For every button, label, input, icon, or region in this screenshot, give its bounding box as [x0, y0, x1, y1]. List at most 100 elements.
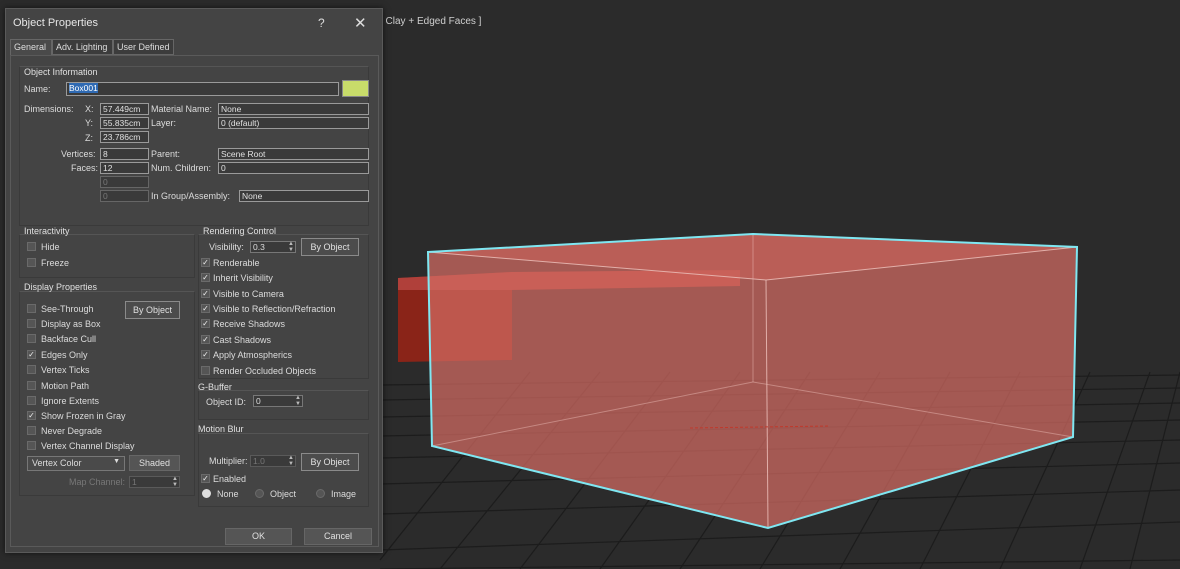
map-channel-spinner: 1 ▲ ▼	[129, 476, 180, 488]
apply-atmospherics-label: Apply Atmospherics	[213, 350, 293, 360]
parent-label: Parent:	[151, 149, 181, 159]
visibility-label: Visibility:	[209, 242, 244, 252]
tab-user-defined[interactable]: User Defined	[113, 39, 174, 55]
vertex-channel-display-label: Vertex Channel Display	[41, 441, 135, 451]
hide-label: Hide	[41, 242, 60, 252]
vertices-field[interactable]: 8	[100, 148, 149, 160]
tab-content-general: Object Information Name: Box001 Dimensio…	[10, 55, 379, 547]
vertex-color-value: Vertex Color	[32, 458, 82, 468]
freeze-label: Freeze	[41, 258, 70, 268]
multiplier-spinner: 1.0 ▲ ▼	[250, 455, 296, 467]
name-label: Name:	[24, 84, 51, 94]
num-children-field[interactable]: 0	[218, 162, 369, 174]
none-label: None	[217, 489, 239, 499]
layer-label: Layer:	[151, 118, 177, 128]
vertex-ticks-checkbox[interactable]	[27, 365, 36, 374]
num-children-label: Num. Children:	[151, 163, 212, 173]
rendering-control-heading: Rendering Control	[203, 226, 277, 236]
visible-to-camera-checkbox[interactable]: ✓	[201, 289, 210, 298]
faces-label: Faces:	[71, 163, 99, 173]
object-id-spinner[interactable]: 0 ▲ ▼	[253, 395, 303, 407]
backface-cull-label: Backface Cull	[41, 334, 97, 344]
freeze-checkbox[interactable]	[27, 258, 36, 267]
motion-blur-by-object-button[interactable]: By Object	[301, 453, 359, 471]
backface-cull-checkbox[interactable]	[27, 334, 36, 343]
visible-to-reflection-checkbox[interactable]: ✓	[201, 304, 210, 313]
object-label: Object	[270, 489, 297, 499]
visible-to-camera-label: Visible to Camera	[213, 289, 284, 299]
display-as-box-checkbox[interactable]	[27, 319, 36, 328]
image-radio[interactable]	[316, 489, 325, 498]
chevron-down-icon: ▼	[113, 458, 120, 465]
object-color-swatch[interactable]	[342, 80, 369, 97]
never-degrade-label: Never Degrade	[41, 426, 103, 436]
dialog-title: Object Properties	[13, 17, 98, 29]
object-information-heading: Object Information	[24, 67, 98, 77]
extra-field-2: 0	[100, 190, 149, 202]
y-dimension-field[interactable]: 55.835cm	[100, 117, 149, 129]
interactivity-group	[19, 234, 195, 278]
see-through-checkbox[interactable]	[27, 304, 36, 313]
z-label: Z:	[85, 133, 93, 143]
ignore-extents-checkbox[interactable]	[27, 396, 36, 405]
inherit-visibility-label: Inherit Visibility	[213, 273, 273, 283]
object-id-label: Object ID:	[206, 397, 247, 407]
in-group-label: In Group/Assembly:	[151, 191, 231, 201]
enabled-checkbox[interactable]: ✓	[201, 474, 210, 483]
motion-path-checkbox[interactable]	[27, 381, 36, 390]
parent-field[interactable]: Scene Root	[218, 148, 369, 160]
vertex-ticks-label: Vertex Ticks	[41, 365, 90, 375]
image-label: Image	[331, 489, 357, 499]
name-field[interactable]: Box001	[66, 82, 339, 96]
hide-checkbox[interactable]	[27, 242, 36, 251]
x-dimension-field[interactable]: 57.449cm	[100, 103, 149, 115]
motion-path-label: Motion Path	[41, 381, 90, 391]
render-occluded-label: Render Occluded Objects	[213, 366, 317, 376]
z-dimension-field[interactable]: 23.786cm	[100, 131, 149, 143]
inherit-visibility-checkbox[interactable]: ✓	[201, 273, 210, 282]
show-frozen-gray-checkbox[interactable]: ✓	[27, 411, 36, 420]
faces-field[interactable]: 12	[100, 162, 149, 174]
apply-atmospherics-checkbox[interactable]: ✓	[201, 350, 210, 359]
visibility-spinner[interactable]: 0.3 ▲ ▼	[250, 241, 296, 253]
shaded-button[interactable]: Shaded	[129, 455, 180, 471]
object-radio[interactable]	[255, 489, 264, 498]
cancel-button[interactable]: Cancel	[304, 528, 372, 545]
renderable-checkbox[interactable]: ✓	[201, 258, 210, 267]
material-name-field[interactable]: None	[218, 103, 369, 115]
map-channel-label: Map Channel:	[69, 477, 126, 487]
vertex-color-dropdown[interactable]: Vertex Color ▼	[27, 456, 125, 471]
rendering-by-object-button[interactable]: By Object	[301, 238, 359, 256]
edges-only-label: Edges Only	[41, 350, 88, 360]
title-bar[interactable]: Object Properties ? ✕	[6, 9, 382, 37]
edges-only-checkbox[interactable]: ✓	[27, 350, 36, 359]
enabled-label: Enabled	[213, 474, 247, 484]
none-radio[interactable]	[202, 489, 211, 498]
close-icon[interactable]: ✕	[354, 14, 367, 32]
receive-shadows-checkbox[interactable]: ✓	[201, 319, 210, 328]
tab-general[interactable]: General	[10, 39, 52, 56]
in-group-field[interactable]: None	[239, 190, 369, 202]
ignore-extents-label: Ignore Extents	[41, 396, 100, 406]
display-by-object-button[interactable]: By Object	[125, 301, 180, 319]
interactivity-heading: Interactivity	[24, 226, 70, 236]
vertex-channel-display-checkbox[interactable]	[27, 441, 36, 450]
material-name-label: Material Name:	[151, 104, 213, 114]
cast-shadows-checkbox[interactable]: ✓	[201, 335, 210, 344]
cast-shadows-label: Cast Shadows	[213, 335, 272, 345]
visible-to-reflection-label: Visible to Reflection/Refraction	[213, 304, 336, 314]
ok-button[interactable]: OK	[225, 528, 292, 545]
dimensions-label: Dimensions:	[24, 104, 74, 114]
never-degrade-checkbox[interactable]	[27, 426, 36, 435]
extra-field-1: 0	[100, 176, 149, 188]
g-buffer-heading: G-Buffer	[198, 382, 232, 392]
help-icon[interactable]: ?	[318, 16, 325, 30]
x-label: X:	[85, 104, 94, 114]
vertices-label: Vertices:	[61, 149, 96, 159]
tab-adv-lighting[interactable]: Adv. Lighting	[52, 39, 113, 55]
layer-field[interactable]: 0 (default)	[218, 117, 369, 129]
viewport-label[interactable]: [ Clay + Edged Faces ]	[380, 16, 481, 27]
display-as-box-label: Display as Box	[41, 319, 101, 329]
render-occluded-checkbox[interactable]	[201, 366, 210, 375]
multiplier-label: Multiplier:	[209, 456, 248, 466]
